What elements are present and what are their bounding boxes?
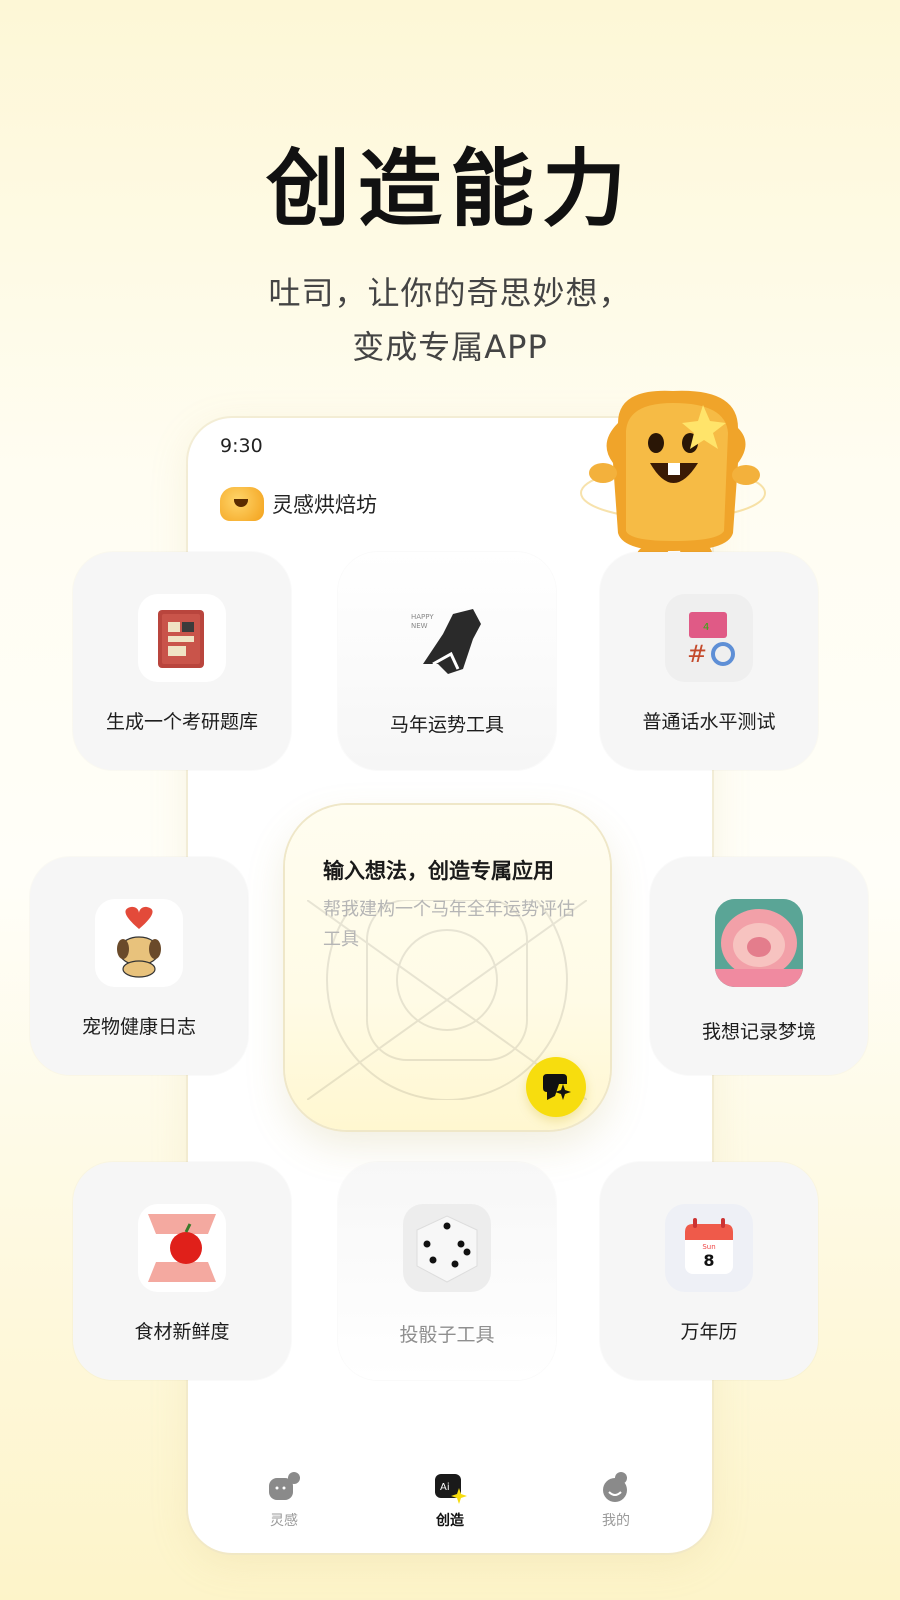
tab-label: 灵感: [270, 1513, 298, 1529]
card-label: 宠物健康日志: [81, 1016, 196, 1038]
page-headline: 创造能力: [265, 140, 634, 238]
card-label: 生成一个考研题库: [105, 711, 258, 733]
tab-inspiration[interactable]: 灵感: [244, 1470, 324, 1530]
create-app-panel[interactable]: 输入想法，创造专属应用 帮我建构一个马年全年运势评估工具: [285, 805, 610, 1130]
toast-mascot-icon: [580, 390, 766, 565]
subtitle-line-2: 变成专属APP: [352, 328, 548, 366]
book-icon: [138, 594, 226, 682]
idea-card-mandarin-test[interactable]: 4 # 普通话水平测试: [600, 552, 818, 770]
idea-card-dice-tool[interactable]: 投骰子工具: [338, 1162, 556, 1380]
create-panel-title: 输入想法，创造专属应用: [323, 859, 554, 883]
tab-label: 我的: [602, 1513, 630, 1529]
status-bar-time: 9:30: [220, 435, 263, 457]
idea-input[interactable]: 帮我建构一个马年全年运势评估工具: [323, 895, 588, 955]
idea-card-pet-health[interactable]: 宠物健康日志: [30, 857, 248, 1075]
pet-dog-icon: [95, 899, 183, 987]
card-label: 食材新鲜度: [134, 1321, 230, 1343]
card-label: 万年历: [680, 1321, 738, 1343]
svg-text:#: #: [687, 640, 707, 668]
calendar-day-label: Sun: [702, 1243, 715, 1251]
card-label: 投骰子工具: [399, 1324, 495, 1346]
svg-text:HAPPY: HAPPY: [411, 613, 434, 621]
tab-create[interactable]: Ai 创造: [410, 1470, 490, 1530]
mandarin-icon: 4 #: [665, 594, 753, 682]
bottom-tab-bar: 灵感 Ai 创造 我的: [188, 1470, 712, 1550]
app-title: 灵感烘焙坊: [272, 493, 377, 517]
app-header: 灵感烘焙坊: [220, 484, 377, 524]
inspiration-icon: [269, 1472, 300, 1500]
calendar-icon: Sun 8: [665, 1204, 753, 1292]
card-label: 我想记录梦境: [701, 1021, 816, 1043]
idea-card-dream-log[interactable]: 我想记录梦境: [650, 857, 868, 1075]
tab-profile[interactable]: 我的: [576, 1470, 656, 1530]
sparkle-create-icon: [543, 1074, 571, 1100]
ai-create-icon: Ai: [435, 1474, 467, 1504]
calendar-day-number: 8: [703, 1251, 714, 1270]
dream-art-icon: [715, 899, 803, 987]
tab-label: 创造: [436, 1513, 464, 1529]
card-label: 普通话水平测试: [642, 711, 776, 733]
subtitle-line-1: 吐司，让你的奇思妙想，: [268, 274, 632, 312]
svg-text:Ai: Ai: [440, 1482, 450, 1493]
idea-card-food-freshness[interactable]: 食材新鲜度: [73, 1162, 291, 1380]
idea-card-calendar[interactable]: Sun 8 万年历: [600, 1162, 818, 1380]
dice-icon: [403, 1204, 491, 1292]
card-label: 马年运势工具: [389, 714, 504, 736]
toast-logo-icon: [220, 487, 264, 521]
idea-card-horse-fortune[interactable]: HAPPY NEW 马年运势工具: [338, 552, 556, 770]
horse-art-icon: HAPPY NEW: [403, 594, 491, 682]
svg-text:4: 4: [703, 622, 709, 633]
profile-icon: [603, 1472, 627, 1502]
apple-icon: [138, 1204, 226, 1292]
generate-app-button[interactable]: [526, 1057, 586, 1117]
idea-card-exam-bank[interactable]: 生成一个考研题库: [73, 552, 291, 770]
svg-text:NEW: NEW: [411, 622, 428, 630]
